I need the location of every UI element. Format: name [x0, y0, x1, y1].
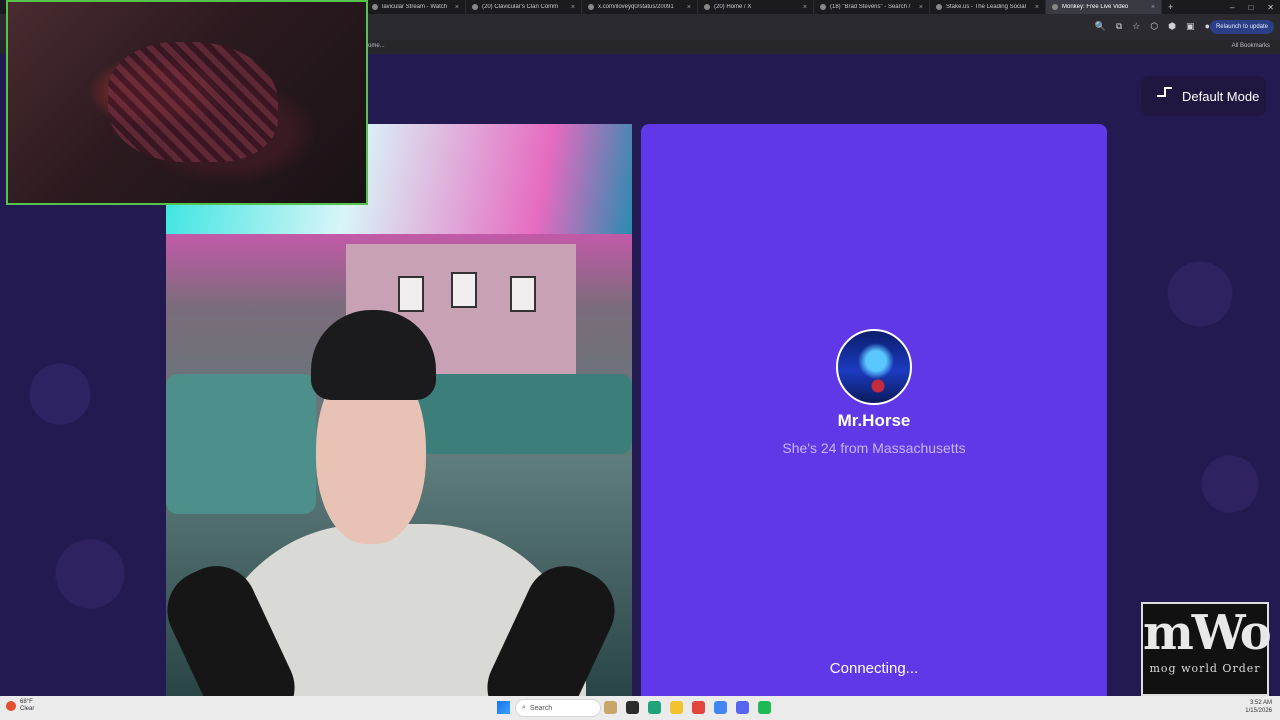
match-username: Mr.Horse	[837, 411, 911, 430]
tab-label: Stake.us - The Leading Social	[946, 4, 1026, 10]
tab-favicon-icon	[588, 4, 594, 10]
match-panel: Mr.Horse She's 24 from Massachusetts Con…	[641, 124, 1107, 720]
video-sofa	[406, 374, 632, 454]
tab-label: x.com/iloveyq0/status/20091	[598, 4, 674, 10]
system-tray[interactable]: 3:52 AM 1/15/2026	[1245, 699, 1272, 715]
tab-close-icon[interactable]: ×	[803, 4, 807, 11]
browser-tab[interactable]: x.com/iloveyq0/status/20091 ×	[582, 0, 698, 14]
tab-label: (18) "Brad Stevens" - Search /	[830, 4, 911, 10]
browser-tab[interactable]: Stake.us - The Leading Social ×	[930, 0, 1046, 14]
mwo-logo: mWo mog world Order	[1141, 602, 1272, 696]
windows-taskbar: 68°F Clear ⌕ Search 3:52 AM 1/15/2026	[0, 696, 1280, 720]
tab-label: (20) Clavicular's Clan Comm	[482, 4, 559, 10]
relaunch-button[interactable]: Relaunch to update	[1209, 20, 1274, 34]
zoom-icon[interactable]: 🔍	[1095, 21, 1106, 32]
file-explorer-icon[interactable]	[670, 701, 683, 714]
new-tab-button[interactable]: +	[1162, 2, 1179, 12]
tab-label: Monkey: Free Live Video	[1062, 4, 1129, 10]
weather-widget[interactable]: 68°F Clear	[6, 699, 34, 713]
browser-tab[interactable]: (20) Clavicular's Clan Comm ×	[466, 0, 582, 14]
spotify-icon[interactable]	[758, 701, 771, 714]
tab-close-icon[interactable]: ×	[455, 4, 459, 11]
browser-tab[interactable]: lavicular Stream - Watch Liv ×	[366, 0, 466, 14]
start-button[interactable]	[497, 701, 510, 714]
weather-temp: 68°F	[20, 699, 33, 705]
all-bookmarks-button[interactable]: All Bookmarks	[1232, 43, 1270, 49]
tab-label: (20) Home / X	[714, 4, 752, 10]
search-icon: ⌕	[522, 704, 526, 711]
collapse-icon	[1155, 87, 1173, 105]
facecam-overlay	[6, 0, 368, 205]
clock-time: 3:52 AM	[1249, 700, 1272, 706]
default-mode-label: Default Mode	[1182, 88, 1260, 104]
match-avatar	[836, 329, 912, 405]
connection-status: Connecting...	[829, 660, 919, 677]
discord-icon[interactable]	[736, 701, 749, 714]
facecam-blanket	[108, 42, 278, 162]
bookmark-item[interactable]: ome...	[368, 43, 385, 49]
match-bio: She's 24 from Massachusetts	[782, 440, 966, 456]
chrome-icon[interactable]	[714, 701, 727, 714]
tab-favicon-icon	[704, 4, 710, 10]
tab-favicon-icon	[1052, 4, 1058, 10]
close-window-icon[interactable]: ✕	[1267, 3, 1274, 12]
wall-frame	[451, 272, 477, 308]
browser-tab[interactable]: (18) "Brad Stevens" - Search / ×	[814, 0, 930, 14]
bookmark-star-icon[interactable]: ☆	[1132, 21, 1140, 32]
search-placeholder: Search	[529, 704, 553, 712]
logo-subtext: mog world Order	[1149, 662, 1261, 675]
tab-label: lavicular Stream - Watch Liv	[382, 4, 449, 10]
wall-frame	[510, 276, 536, 312]
pinned-app-icon[interactable]	[692, 701, 705, 714]
tab-close-icon[interactable]: ×	[1035, 4, 1039, 11]
weather-desc: Clear	[20, 706, 35, 712]
pinned-app-icon[interactable]	[626, 701, 639, 714]
tab-favicon-icon	[820, 4, 826, 10]
tab-close-icon[interactable]: ×	[571, 4, 575, 11]
extension-icon[interactable]: ⬡	[1150, 21, 1158, 32]
weather-icon	[6, 701, 16, 711]
video-sofa	[166, 374, 316, 514]
maximize-icon[interactable]: □	[1248, 3, 1253, 12]
cast-icon[interactable]: ⧉	[1116, 21, 1122, 32]
tab-favicon-icon	[936, 4, 942, 10]
page-content: Mr.Horse She's 24 from Massachusetts Con…	[0, 0, 1280, 720]
tab-close-icon[interactable]: ×	[1151, 4, 1155, 11]
tab-favicon-icon	[472, 4, 478, 10]
wall-frame	[398, 276, 424, 312]
minimize-icon[interactable]: –	[1230, 3, 1234, 12]
default-mode-button[interactable]: Default Mode	[1141, 76, 1266, 116]
local-video-feed	[166, 124, 632, 720]
sidepanel-icon[interactable]: ▣	[1186, 21, 1195, 32]
tab-close-icon[interactable]: ×	[919, 4, 923, 11]
puzzle-icon[interactable]: ⬢	[1168, 21, 1176, 32]
tab-favicon-icon	[372, 4, 378, 10]
tab-close-icon[interactable]: ×	[687, 4, 691, 11]
logo-text: mWo	[1143, 605, 1272, 661]
pinned-app-icon[interactable]	[604, 701, 617, 714]
taskbar-search[interactable]: ⌕ Search	[515, 699, 601, 717]
browser-tab[interactable]: (20) Home / X ×	[698, 0, 814, 14]
edge-icon[interactable]	[648, 701, 661, 714]
browser-tab[interactable]: Monkey: Free Live Video ×	[1046, 0, 1162, 14]
clock-date: 1/15/2026	[1245, 708, 1272, 714]
window-controls: – □ ✕	[1230, 0, 1274, 14]
